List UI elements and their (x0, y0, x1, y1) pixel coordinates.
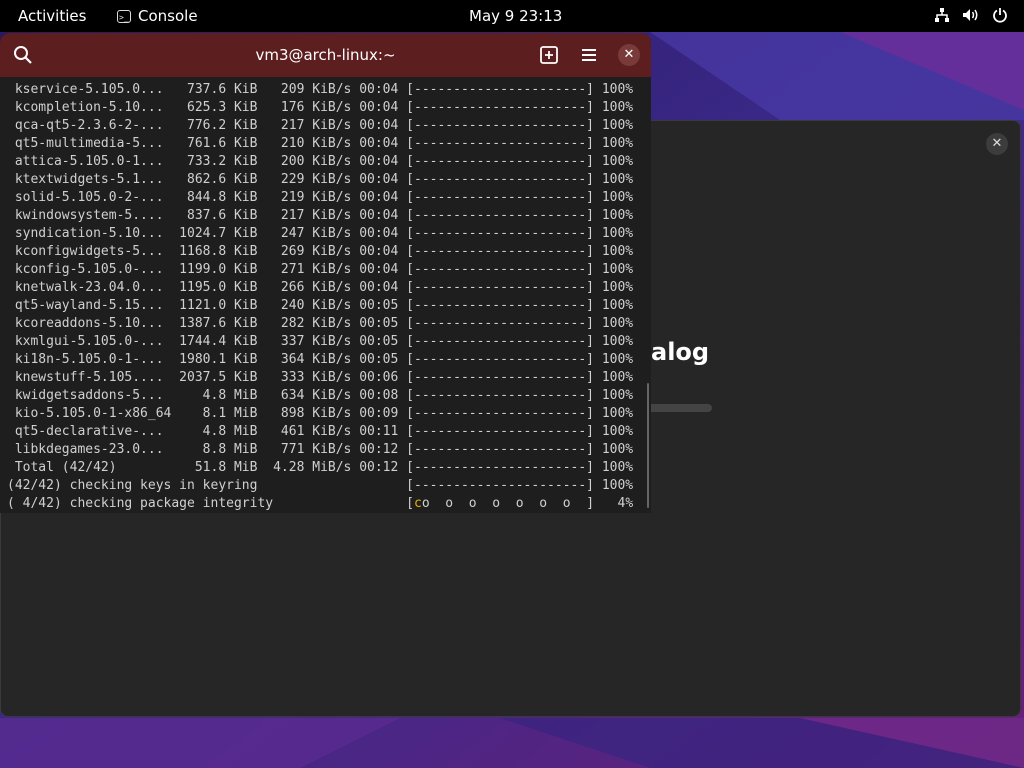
terminal-line: kxmlgui-5.105.0-... 1744.4 KiB 337 KiB/s… (7, 334, 634, 349)
terminal-line: kwindowsystem-5.... 837.6 KiB 217 KiB/s … (7, 208, 634, 223)
integrity-check-text: ( 4/42) checking package integrity [ (7, 496, 414, 511)
terminal-line: (42/42) checking keys in keyring [------… (7, 478, 634, 493)
terminal-line: ktextwidgets-5.1... 862.6 KiB 229 KiB/s … (7, 172, 634, 187)
integrity-check-progress: o o o o o o o ] 4% (421, 496, 634, 511)
terminal-scrollbar[interactable] (647, 383, 649, 508)
power-icon (993, 8, 1007, 23)
terminal-line: qt5-multimedia-5... 761.6 KiB 210 KiB/s … (7, 136, 634, 151)
app-name: Console (138, 7, 198, 25)
app-menu[interactable]: >_ Console (117, 7, 198, 25)
new-tab-icon[interactable] (537, 43, 561, 67)
terminal-line: kconfig-5.105.0-... 1199.0 KiB 271 KiB/s… (7, 262, 634, 277)
terminal-line: attica-5.105.0-1... 733.2 KiB 200 KiB/s … (7, 154, 634, 169)
terminal-output[interactable]: kservice-5.105.0... 737.6 KiB 209 KiB/s … (7, 81, 647, 513)
terminal-line: solid-5.105.0-2-... 844.8 KiB 219 KiB/s … (7, 190, 634, 205)
terminal-line: knewstuff-5.105.... 2037.5 KiB 333 KiB/s… (7, 370, 634, 385)
top-bar: Activities >_ Console May 9 23:13 (0, 0, 1024, 32)
terminal-line: syndication-5.10... 1024.7 KiB 247 KiB/s… (7, 226, 634, 241)
terminal-line: kwidgetsaddons-5... 4.8 MiB 634 KiB/s 00… (7, 388, 634, 403)
terminal-line: knetwalk-23.04.0... 1195.0 KiB 266 KiB/s… (7, 280, 634, 295)
terminal-line: kcoreaddons-5.10... 1387.6 KiB 282 KiB/s… (7, 316, 634, 331)
terminal-line: kio-5.105.0-1-x86_64 8.1 MiB 898 KiB/s 0… (7, 406, 634, 421)
terminal-header-bar[interactable]: vm3@arch-linux:~ ✕ (0, 33, 651, 77)
terminal-window[interactable]: vm3@arch-linux:~ ✕ kservice-5.105.0... 7… (0, 33, 651, 513)
console-app-icon: >_ (117, 9, 131, 23)
close-icon[interactable]: ✕ (618, 44, 640, 66)
terminal-line: qca-qt5-2.3.6-2-... 776.2 KiB 217 KiB/s … (7, 118, 634, 133)
clock[interactable]: May 9 23:13 (469, 7, 562, 25)
pacman-progress-marker: c (414, 496, 422, 511)
terminal-line: libkdegames-23.0... 8.8 MiB 771 KiB/s 00… (7, 442, 634, 457)
menu-icon[interactable] (577, 43, 601, 67)
dialog-title: alog (651, 338, 710, 366)
system-status-area[interactable] (934, 7, 1008, 23)
activities-button[interactable]: Activities (18, 7, 86, 25)
volume-icon (963, 9, 978, 21)
terminal-line: qt5-wayland-5.15... 1121.0 KiB 240 KiB/s… (7, 298, 634, 313)
terminal-line: Total (42/42) 51.8 MiB 4.28 MiB/s 00:12 … (7, 460, 634, 475)
terminal-line: qt5-declarative-... 4.8 MiB 461 KiB/s 00… (7, 424, 634, 439)
terminal-line: kconfigwidgets-5... 1168.8 KiB 269 KiB/s… (7, 244, 634, 259)
terminal-line: kcompletion-5.10... 625.3 KiB 176 KiB/s … (7, 100, 634, 115)
dialog-close-button[interactable]: ✕ (986, 133, 1008, 155)
terminal-line: kservice-5.105.0... 737.6 KiB 209 KiB/s … (7, 82, 634, 97)
terminal-line: ki18n-5.105.0-1-... 1980.1 KiB 364 KiB/s… (7, 352, 634, 367)
network-icon (935, 8, 949, 22)
terminal-line-integrity-check: ( 4/42) checking package integrity [co o… (7, 495, 647, 513)
